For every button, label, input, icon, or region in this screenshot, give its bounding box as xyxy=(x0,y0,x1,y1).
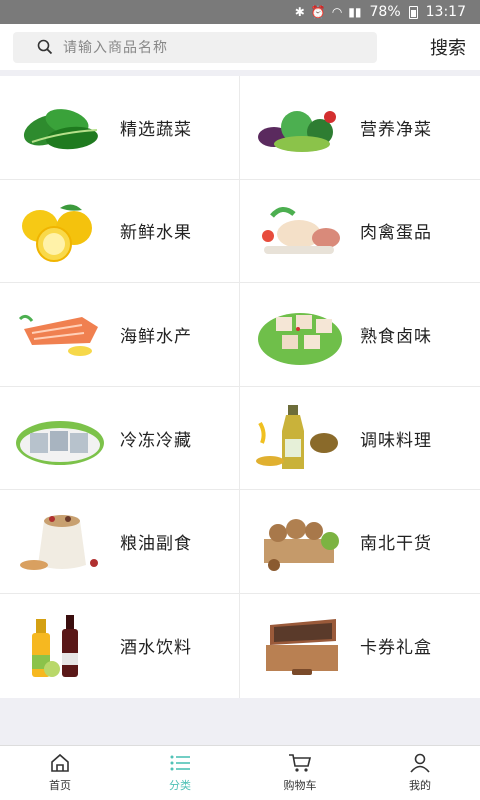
status-bar: ✱ ⏰ ◠ ▮▮ 78% 13:17 xyxy=(0,0,480,24)
category-item[interactable]: 肉禽蛋品 xyxy=(240,180,480,284)
category-label: 海鲜水产 xyxy=(120,326,192,347)
category-label: 调味料理 xyxy=(360,430,432,451)
category-item[interactable]: 新鲜水果 xyxy=(0,179,240,284)
lemon-icon xyxy=(22,204,92,262)
category-item[interactable]: 酒水饮料 xyxy=(0,593,240,698)
status-icons: ✱ ⏰ ◠ ▮▮ xyxy=(295,5,362,19)
category-item[interactable]: 调味料理 xyxy=(240,387,480,491)
poultry-icon xyxy=(262,206,340,254)
battery-percent: 78% xyxy=(369,4,401,20)
category-label: 精选蔬菜 xyxy=(120,119,192,140)
category-label: 营养净菜 xyxy=(360,119,432,140)
tab-label: 购物车 xyxy=(283,779,317,792)
category-item[interactable]: 冷冻冷藏 xyxy=(0,386,240,491)
category-item[interactable]: 卡券礼盒 xyxy=(240,594,480,698)
signal-icon: ▮▮ xyxy=(348,5,362,19)
salmon-icon xyxy=(18,315,98,357)
alarm-icon: ⏰ xyxy=(310,5,326,19)
tab-cart[interactable]: 购物车 xyxy=(240,746,360,800)
tab-profile[interactable]: 我的 xyxy=(360,746,480,800)
search-icon xyxy=(37,39,53,55)
search-input[interactable]: 请输入商品名称 xyxy=(13,31,377,63)
category-label: 南北干货 xyxy=(360,534,432,555)
cart-icon xyxy=(289,754,312,772)
clock: 13:17 xyxy=(425,4,466,20)
category-item[interactable]: 南北干货 xyxy=(240,490,480,594)
bottom-tab-bar: 首页 分类 购物车 我的 xyxy=(0,745,480,800)
category-label: 粮油副食 xyxy=(120,534,192,555)
oil-bottle-icon xyxy=(256,405,338,470)
list-icon xyxy=(170,755,190,771)
tab-label: 我的 xyxy=(409,779,431,792)
tofu-icon xyxy=(258,313,342,366)
category-label: 肉禽蛋品 xyxy=(360,223,432,244)
category-grid: 精选蔬菜 营养净菜 新鲜水果 肉禽蛋品 海鲜水产 熟食卤味 冷冻冷藏 调味料理 … xyxy=(0,76,480,698)
category-item[interactable]: 精选蔬菜 xyxy=(0,76,240,180)
tab-home[interactable]: 首页 xyxy=(0,746,120,800)
wifi-icon: ◠ xyxy=(331,5,343,19)
search-placeholder: 请输入商品名称 xyxy=(63,40,168,56)
grain-sack-icon xyxy=(20,514,98,570)
frozen-fish-icon xyxy=(16,421,104,466)
category-item[interactable]: 粮油副食 xyxy=(0,490,240,594)
category-item[interactable]: 熟食卤味 xyxy=(240,283,480,387)
gift-box-icon xyxy=(266,618,338,675)
user-icon xyxy=(410,753,430,773)
search-button[interactable]: 搜索 xyxy=(430,34,466,60)
spinach-icon xyxy=(23,109,98,150)
mixed-vegetables-icon xyxy=(258,111,336,153)
category-label: 卡券礼盒 xyxy=(360,638,432,659)
home-icon xyxy=(51,753,69,772)
battery-icon xyxy=(408,5,418,19)
tab-category[interactable]: 分类 xyxy=(120,746,240,800)
search-header: 请输入商品名称 搜索 xyxy=(0,24,480,70)
bottles-icon xyxy=(32,614,78,677)
category-label: 新鲜水果 xyxy=(120,223,192,244)
tab-label: 首页 xyxy=(49,779,71,792)
category-label: 冷冻冷藏 xyxy=(120,430,192,451)
bluetooth-icon: ✱ xyxy=(294,5,305,19)
category-item[interactable]: 营养净菜 xyxy=(240,76,480,180)
tab-label: 分类 xyxy=(169,779,191,792)
walnut-icon xyxy=(264,518,339,571)
category-label: 酒水饮料 xyxy=(120,638,192,659)
category-item[interactable]: 海鲜水产 xyxy=(0,283,240,387)
category-label: 熟食卤味 xyxy=(360,326,432,347)
